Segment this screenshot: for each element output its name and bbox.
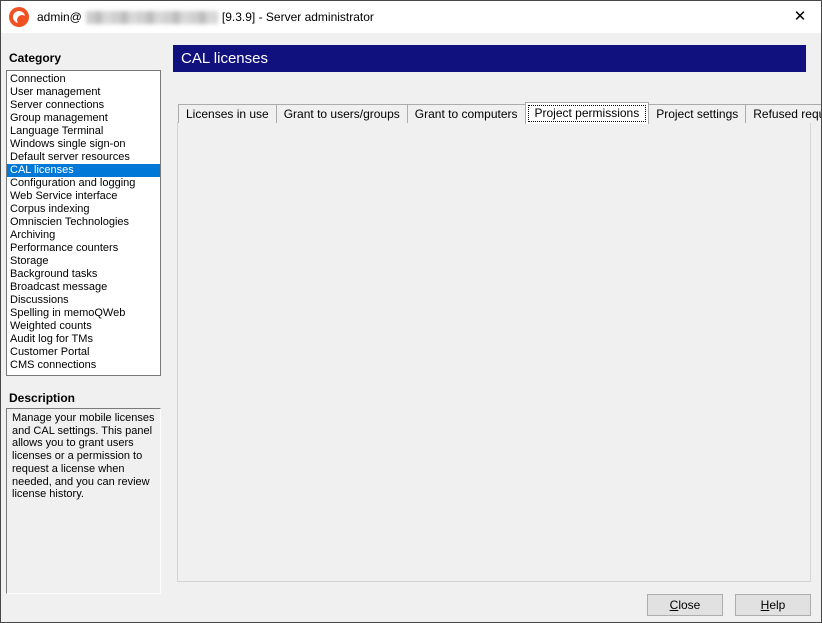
sidebar-item-discussions[interactable]: Discussions — [7, 294, 160, 307]
server-administrator-window: admin@ [9.3.9] - Server administrator ✕ … — [0, 0, 822, 623]
redacted-server-name — [86, 11, 218, 24]
sidebar-item-customer-portal[interactable]: Customer Portal — [7, 346, 160, 359]
sidebar-item-language-terminal[interactable]: Language Terminal — [7, 125, 160, 138]
memoq-logo-icon — [9, 7, 29, 27]
sidebar-item-configuration-and-logging[interactable]: Configuration and logging — [7, 177, 160, 190]
sidebar-item-default-server-resources[interactable]: Default server resources — [7, 151, 160, 164]
tab-grant-to-computers[interactable]: Grant to computers — [407, 104, 526, 123]
window-title-user: admin@ — [37, 10, 82, 24]
sidebar-item-cms-connections[interactable]: CMS connections — [7, 359, 160, 372]
sidebar-item-connection[interactable]: Connection — [7, 73, 160, 86]
tab-licenses-in-use[interactable]: Licenses in use — [178, 104, 277, 123]
category-list: ConnectionUser managementServer connecti… — [6, 70, 161, 376]
category-label: Category — [9, 51, 61, 65]
sidebar-item-windows-single-sign-on[interactable]: Windows single sign-on — [7, 138, 160, 151]
sidebar-item-web-service-interface[interactable]: Web Service interface — [7, 190, 160, 203]
sidebar-item-storage[interactable]: Storage — [7, 255, 160, 268]
sidebar-item-user-management[interactable]: User management — [7, 86, 160, 99]
sidebar-item-background-tasks[interactable]: Background tasks — [7, 268, 160, 281]
close-icon[interactable]: ✕ — [787, 4, 813, 30]
tab-project-permissions[interactable]: Project permissions — [525, 102, 650, 124]
sidebar-item-omniscien-technologies[interactable]: Omniscien Technologies — [7, 216, 160, 229]
tab-refused-requests[interactable]: Refused requests — [745, 104, 822, 123]
window-title: admin@ [9.3.9] - Server administrator — [37, 10, 374, 24]
sidebar-item-spelling-in-memoqweb[interactable]: Spelling in memoQWeb — [7, 307, 160, 320]
tab-page — [177, 122, 811, 582]
sidebar-item-archiving[interactable]: Archiving — [7, 229, 160, 242]
description-label: Description — [9, 391, 75, 405]
sidebar-item-cal-licenses[interactable]: CAL licenses — [7, 164, 160, 177]
close-button[interactable]: Close — [647, 594, 723, 616]
tab-grant-to-users-groups[interactable]: Grant to users/groups — [276, 104, 408, 123]
page-title: CAL licenses — [173, 45, 806, 72]
sidebar-item-server-connections[interactable]: Server connections — [7, 99, 160, 112]
title-bar: admin@ [9.3.9] - Server administrator ✕ — [1, 1, 821, 33]
sidebar-item-broadcast-message[interactable]: Broadcast message — [7, 281, 160, 294]
sidebar-item-group-management[interactable]: Group management — [7, 112, 160, 125]
window-title-suffix: [9.3.9] - Server administrator — [222, 10, 374, 24]
help-button[interactable]: Help — [735, 594, 811, 616]
description-box: Manage your mobile licenses and CAL sett… — [6, 408, 161, 594]
tab-project-settings[interactable]: Project settings — [648, 104, 746, 123]
tab-strip: Licenses in useGrant to users/groupsGran… — [178, 102, 822, 123]
sidebar-item-corpus-indexing[interactable]: Corpus indexing — [7, 203, 160, 216]
sidebar-item-performance-counters[interactable]: Performance counters — [7, 242, 160, 255]
sidebar-item-audit-log-for-tms[interactable]: Audit log for TMs — [7, 333, 160, 346]
sidebar-item-weighted-counts[interactable]: Weighted counts — [7, 320, 160, 333]
